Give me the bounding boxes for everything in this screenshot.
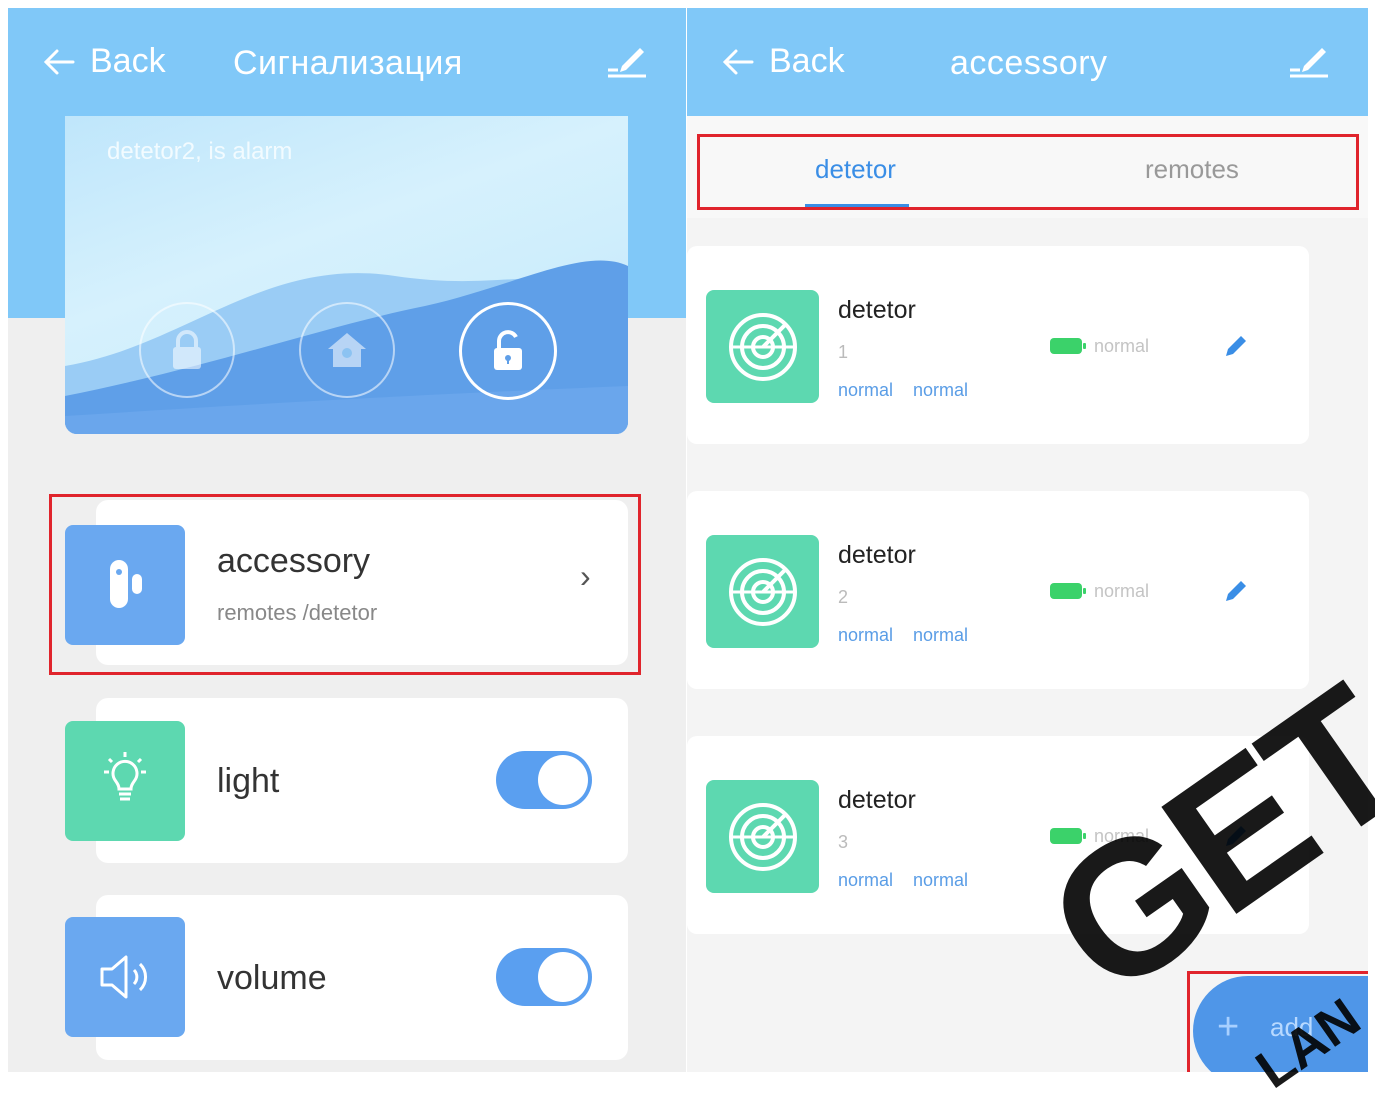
detector-status: normal [838, 380, 894, 400]
list-item[interactable]: detetor 1 normal normal normal [687, 246, 1309, 444]
radar-icon [728, 802, 797, 871]
radar-icon [728, 312, 797, 381]
edit-icon[interactable] [606, 42, 650, 82]
detector-name: detetor [838, 296, 916, 324]
chevron-right-icon: › [580, 558, 591, 594]
volume-label: volume [217, 959, 327, 997]
detector-tile [706, 780, 819, 893]
tab-detetor[interactable]: detetor [815, 154, 896, 185]
volume-toggle[interactable] [496, 948, 592, 1006]
detector-name: detetor [838, 786, 916, 814]
back-label: Back [90, 42, 166, 80]
radar-icon [728, 557, 797, 626]
light-label: light [217, 762, 280, 800]
battery-status: normal [1094, 581, 1150, 601]
battery-icon [1050, 338, 1086, 354]
back-button[interactable]: Back [42, 42, 166, 81]
detector-number: 3 [838, 832, 849, 852]
pencil-icon[interactable] [1222, 332, 1250, 360]
alarm-screen: Back Сигнализация detetor2, is alarm acc… [8, 8, 686, 1072]
active-tab-indicator [805, 204, 909, 207]
page-title: accessory [950, 44, 1108, 82]
battery-icon [1050, 583, 1086, 599]
detector-tile [706, 290, 819, 403]
disarm-button[interactable] [459, 302, 557, 400]
arrow-left-icon [722, 49, 754, 74]
tab-remotes[interactable]: remotes [1145, 154, 1239, 185]
tab-bar: detetor remotes [687, 116, 1368, 218]
plus-icon: + [1217, 1006, 1240, 1048]
toggle-knob [538, 755, 588, 805]
arrow-left-icon [43, 49, 75, 74]
accessory-tile [65, 525, 185, 645]
home-icon [328, 333, 366, 367]
light-toggle[interactable] [496, 751, 592, 809]
detector-status: normal [838, 625, 894, 645]
arm-button[interactable] [139, 302, 235, 398]
toggle-knob [538, 952, 588, 1002]
accessory-sublabel: remotes /detetor [217, 600, 378, 625]
unlock-icon [494, 330, 522, 370]
page-title: Сигнализация [233, 44, 463, 82]
battery-status: normal [1094, 336, 1150, 356]
detector-number: 2 [838, 587, 849, 607]
speaker-icon [100, 955, 147, 999]
back-label: Back [769, 42, 845, 80]
detector-tile [706, 535, 819, 648]
sensor-icon [110, 560, 142, 608]
light-tile [65, 721, 185, 841]
back-button[interactable]: Back [721, 42, 845, 81]
detector-number: 1 [838, 342, 849, 362]
light-bulb-icon [104, 752, 146, 801]
detector-status: normal [913, 380, 969, 400]
header-bar: Back accessory [687, 8, 1368, 116]
lock-icon [173, 330, 201, 369]
detector-name: detetor [838, 541, 916, 569]
accessory-label: accessory [217, 542, 371, 580]
detector-status: normal [838, 870, 894, 890]
alarm-status-text: detetor2, is alarm [107, 138, 293, 165]
volume-tile [65, 917, 185, 1037]
detector-status: normal [913, 870, 969, 890]
alarm-status-card: detetor2, is alarm [65, 116, 628, 434]
pencil-icon[interactable] [1222, 577, 1250, 605]
detector-status: normal [913, 625, 969, 645]
edit-icon[interactable] [1288, 42, 1332, 82]
list-item[interactable]: detetor 2 normal normal normal [687, 491, 1309, 689]
home-mode-button[interactable] [299, 302, 395, 398]
